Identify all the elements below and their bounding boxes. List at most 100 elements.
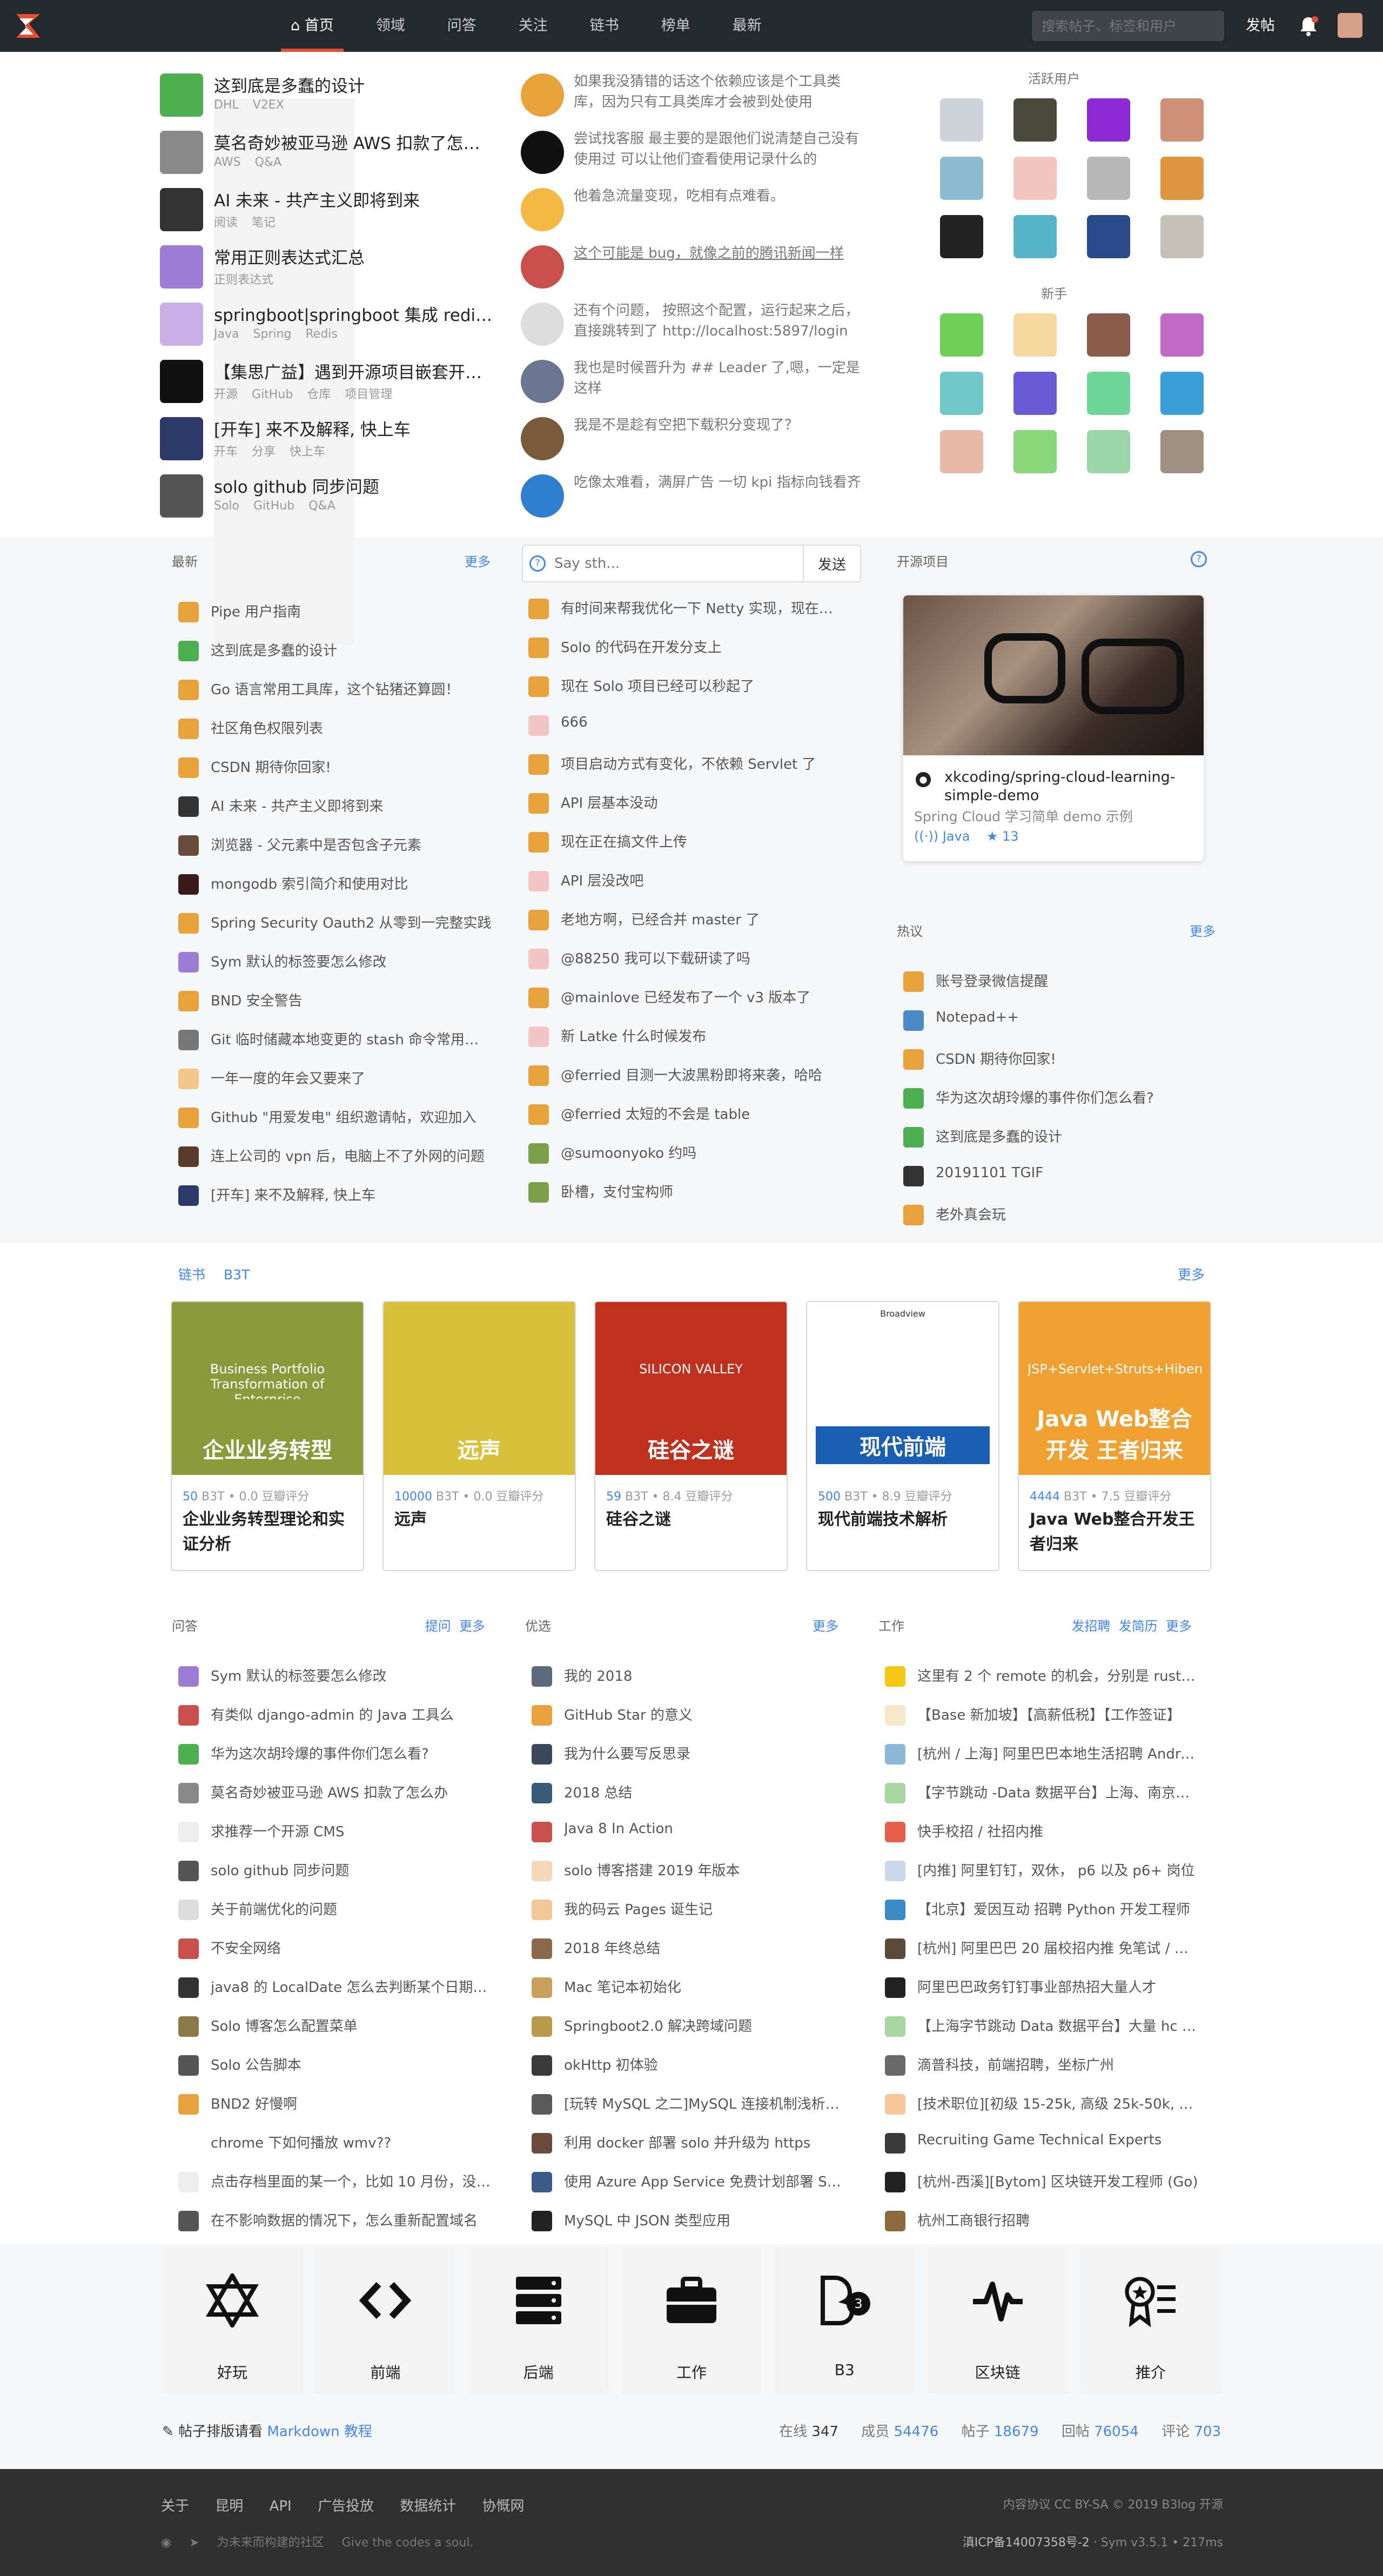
pick-item-text[interactable]: Springboot2.0 解决跨域问题: [564, 2015, 845, 2035]
topic-avatar[interactable]: [160, 245, 203, 289]
qa-item-text[interactable]: Solo 公告脚本: [211, 2054, 492, 2074]
members-count[interactable]: 54476: [894, 2424, 939, 2440]
new-user-avatar[interactable]: [1160, 313, 1204, 357]
topic-item[interactable]: 这到底是多蠢的设计 DHL V2EX: [160, 68, 503, 244]
latest-item[interactable]: [开车] 来不及解释, 快上车: [172, 1179, 491, 1218]
comment-avatar[interactable]: [521, 474, 564, 518]
nav-follow[interactable]: 关注: [505, 0, 562, 52]
book-title[interactable]: 企业业务转型理论和实证分析: [183, 1507, 355, 1557]
hot-item-avatar[interactable]: [903, 1010, 924, 1031]
latest-item-avatar[interactable]: [178, 1146, 199, 1167]
pick-item[interactable]: 利用 docker 部署 solo 并升级为 https: [525, 2126, 838, 2165]
latest-item-text[interactable]: Github "用爱发电" 组织邀请帖，欢迎加入: [211, 1106, 492, 1126]
topic-title[interactable]: 【集思广益】遇到开源项目嵌套开源项目: [214, 359, 495, 383]
chat-item[interactable]: @sumoonyoko 约吗: [522, 1137, 851, 1176]
jobs-more-link[interactable]: 更多: [1166, 1619, 1192, 1634]
latest-item[interactable]: 浏览器 - 父元素中是否包含子元素: [172, 829, 491, 868]
topic-avatar[interactable]: [160, 73, 203, 117]
topic-title[interactable]: 常用正则表达式汇总: [214, 244, 495, 269]
tag-blockchain[interactable]: 区块链: [927, 2248, 1068, 2393]
pick-item-avatar[interactable]: [532, 1938, 552, 1959]
nav-ranking[interactable]: 榜单: [647, 0, 704, 52]
qa-item[interactable]: 莫名奇妙被亚马逊 AWS 扣款了怎么办: [172, 1776, 485, 1815]
chat-item[interactable]: 有时间来帮我优化一下 Netty 实现，现在能跑: [522, 592, 851, 631]
topic-tag[interactable]: 开源: [214, 388, 238, 401]
user-avatar[interactable]: [1338, 13, 1362, 38]
new-user-avatar[interactable]: [1160, 372, 1204, 415]
nav-linkbook[interactable]: 链书: [576, 0, 633, 52]
bell-icon[interactable]: [1298, 15, 1319, 37]
pick-item-text[interactable]: Java 8 In Action: [564, 1821, 845, 1837]
job-item-text[interactable]: 【字节跳动 -Data 数据平台】上海、南京、北京: [917, 1782, 1198, 1802]
job-item-avatar[interactable]: [885, 1783, 905, 1803]
qa-item-text[interactable]: 华为这次胡玲爆的事件你们怎么看?: [211, 1743, 492, 1763]
qa-item[interactable]: 在不影响数据的情况下，怎么重新配置域名: [172, 2204, 485, 2243]
job-item-text[interactable]: Recruiting Game Technical Experts: [917, 2132, 1198, 2148]
job-item[interactable]: 【Base 新加坡】【高薪低税】【工作签证】: [878, 1699, 1192, 1738]
topic-item[interactable]: springboot|springboot 集成 redis 缓存 Java Spr…: [160, 297, 503, 473]
latest-more-link[interactable]: 更多: [465, 551, 491, 570]
hot-item-avatar[interactable]: [903, 1088, 924, 1109]
comment-item[interactable]: 他着急流量变现，吃相有点难看。: [521, 183, 861, 240]
job-item-text[interactable]: 滴普科技，前端招聘，坐标广州: [917, 2054, 1198, 2074]
job-item[interactable]: 杭州工商银行招聘: [878, 2204, 1192, 2243]
topic-tag[interactable]: Q&A: [308, 499, 335, 513]
chat-item-text[interactable]: 新 Latke 什么时候发布: [561, 1025, 842, 1045]
books-more-link[interactable]: 更多: [1178, 1264, 1205, 1284]
footer-link-ads[interactable]: 广告投放: [318, 2498, 374, 2514]
comment-item[interactable]: 这个可能是 bug，就像之前的腾讯新闻一样: [521, 240, 861, 297]
latest-item-text[interactable]: [开车] 来不及解释, 快上车: [211, 1184, 492, 1204]
qa-item[interactable]: solo github 同步问题: [172, 1854, 485, 1893]
job-item-text[interactable]: 快手校招 / 社招内推: [917, 1821, 1198, 1841]
qa-item-avatar[interactable]: [178, 1900, 199, 1920]
b3log-logo-icon[interactable]: [14, 12, 44, 40]
job-item[interactable]: 【字节跳动 -Data 数据平台】上海、南京、北京: [878, 1776, 1198, 1815]
post-button[interactable]: 发帖: [1246, 0, 1275, 52]
book-title[interactable]: 远声: [394, 1507, 567, 1532]
latest-item-text[interactable]: Pipe 用户指南: [211, 601, 492, 621]
chat-item-avatar[interactable]: [528, 1104, 549, 1125]
qa-item-text[interactable]: 莫名奇妙被亚马逊 AWS 扣款了怎么办: [211, 1782, 492, 1802]
job-item-text[interactable]: 【Base 新加坡】【高薪低税】【工作签证】: [917, 1704, 1198, 1724]
qa-item[interactable]: chrome 下如何播放 wmv??: [172, 2126, 485, 2165]
qa-item-avatar[interactable]: [178, 2133, 199, 2154]
job-item-avatar[interactable]: [885, 2172, 905, 2192]
pick-item-text[interactable]: solo 博客搭建 2019 年版本: [564, 1860, 845, 1880]
book-cover[interactable]: JSP+Servlet+Struts+Hibernate+Spring Java …: [1019, 1302, 1210, 1475]
job-item-avatar[interactable]: [885, 2016, 905, 2037]
latest-item[interactable]: 社区角色权限列表: [172, 712, 491, 751]
comment-text[interactable]: 如果我没猜错的话这个依赖应该是个工具类库，因为只有工具类库才会被到处使用: [574, 71, 862, 113]
chat-item-text[interactable]: 有时间来帮我优化一下 Netty 实现，现在能跑: [561, 598, 842, 618]
open-source-card[interactable]: xkcoding/spring-cloud-learning-simple-de…: [903, 595, 1204, 861]
tab-b3t[interactable]: B3T: [224, 1267, 250, 1283]
post-job-link[interactable]: 发招聘: [1071, 1619, 1110, 1634]
latest-item-text[interactable]: CSDN 期待你回家!: [211, 756, 492, 776]
qa-item[interactable]: 有类似 django-admin 的 Java 工具么: [172, 1699, 485, 1738]
chat-item-text[interactable]: Solo 的代码在开发分支上: [561, 636, 842, 656]
job-item-avatar[interactable]: [885, 1744, 905, 1765]
qa-item-text[interactable]: 关于前端优化的问题: [211, 1899, 492, 1918]
active-user-avatar[interactable]: [1013, 215, 1057, 258]
topic-tag[interactable]: 开车: [214, 445, 238, 459]
topic-avatar[interactable]: [160, 360, 203, 403]
active-user-avatar[interactable]: [940, 98, 983, 142]
topic-tag[interactable]: Q&A: [255, 156, 282, 169]
hot-item[interactable]: 这到底是多蠢的设计: [897, 1121, 1216, 1159]
comment-text[interactable]: 吃像太难看，满屏广告 一切 kpi 指标向钱看齐: [574, 472, 862, 514]
chat-item[interactable]: API 层没改吧: [522, 864, 851, 903]
book-card[interactable]: SILICON VALLEY 硅谷之谜 59 B3T • 8.4 豆瓣评分 硅谷之谜: [594, 1301, 788, 1571]
pick-item[interactable]: 使用 Azure App Service 免费计划部署 Solo: [525, 2165, 845, 2204]
pick-item-avatar[interactable]: [532, 1900, 552, 1920]
new-user-avatar[interactable]: [940, 430, 983, 473]
job-item-avatar[interactable]: [885, 1666, 905, 1687]
pick-item-avatar[interactable]: [532, 1822, 552, 1842]
pick-item-text[interactable]: [玩转 MySQL 之二]MySQL 连接机制浅析及运维: [564, 2093, 845, 2113]
pick-item[interactable]: 2018 年终总结: [525, 1932, 838, 1971]
topic-avatar[interactable]: [160, 474, 203, 518]
hot-more-link[interactable]: 更多: [1190, 921, 1216, 940]
qa-item[interactable]: 华为这次胡玲爆的事件你们怎么看?: [172, 1738, 485, 1776]
chat-item-avatar[interactable]: [528, 910, 549, 930]
topic-tag[interactable]: GitHub: [252, 388, 293, 401]
pick-item-avatar[interactable]: [532, 2055, 552, 2076]
comment-item[interactable]: 如果我没猜错的话这个依赖应该是个工具类库，因为只有工具类库才会被到处使用: [521, 68, 861, 125]
